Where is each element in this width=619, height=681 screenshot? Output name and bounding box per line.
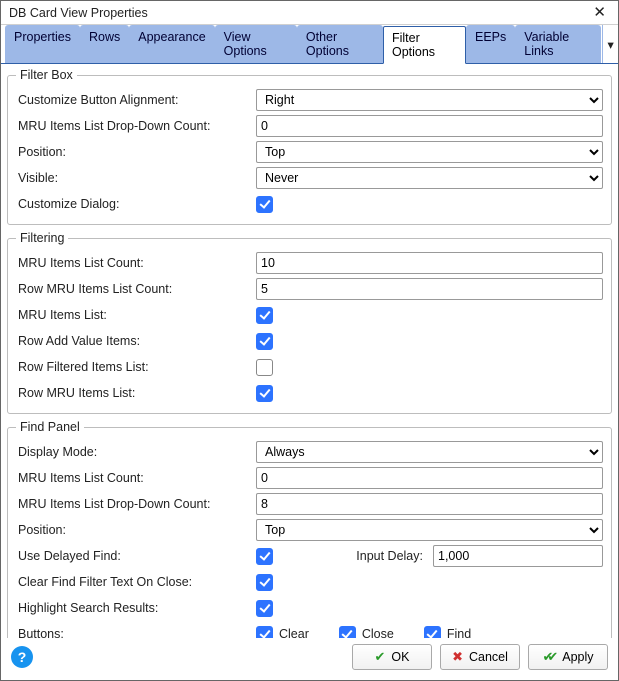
label-mru-dropdown-count: MRU Items List Drop-Down Count:	[16, 119, 256, 133]
checkbox-use-delayed[interactable]	[256, 548, 273, 565]
input-input-delay[interactable]	[433, 545, 603, 567]
checkbox-row-add-value[interactable]	[256, 333, 273, 350]
checkbox-row-mru-list[interactable]	[256, 385, 273, 402]
select-fb-position[interactable]: Top	[256, 141, 603, 163]
tab-other-options[interactable]: Other Options	[297, 25, 383, 63]
checkbox-clear-on-close[interactable]	[256, 574, 273, 591]
label-row-filtered: Row Filtered Items List:	[16, 360, 256, 374]
group-find-panel-legend: Find Panel	[16, 420, 84, 434]
label-use-delayed: Use Delayed Find:	[16, 549, 256, 563]
label-fp-mru-count: MRU Items List Count:	[16, 471, 256, 485]
double-check-icon: ✔✔	[542, 649, 552, 665]
tab-rows[interactable]: Rows	[80, 25, 129, 63]
tab-variable-links[interactable]: Variable Links	[515, 25, 601, 63]
input-row-mru-count[interactable]	[256, 278, 603, 300]
select-display-mode[interactable]: Always	[256, 441, 603, 463]
label-customize-dialog: Customize Dialog:	[16, 197, 256, 211]
checkbox-highlight[interactable]	[256, 600, 273, 617]
group-filtering-legend: Filtering	[16, 231, 68, 245]
label-customize-button-alignment: Customize Button Alignment:	[16, 93, 256, 107]
label-row-add-value: Row Add Value Items:	[16, 334, 256, 348]
cancel-button-label: Cancel	[469, 650, 508, 664]
label-buttons: Buttons:	[16, 627, 256, 638]
group-filtering: Filtering MRU Items List Count: Row MRU …	[7, 231, 612, 414]
dialog-window: DB Card View Properties ✕ Properties Row…	[0, 0, 619, 681]
ok-button-label: OK	[391, 650, 409, 664]
help-icon[interactable]: ?	[11, 646, 33, 668]
checkbox-btn-close[interactable]	[339, 626, 356, 639]
label-btn-close: Close	[362, 627, 394, 638]
footer: ? ✔ OK ✖ Cancel ✔✔ Apply	[1, 638, 618, 680]
tab-properties[interactable]: Properties	[5, 25, 80, 63]
cancel-button[interactable]: ✖ Cancel	[440, 644, 520, 670]
label-mru-count: MRU Items List Count:	[16, 256, 256, 270]
checkbox-btn-clear[interactable]	[256, 626, 273, 639]
chevron-down-icon: ▾	[607, 37, 613, 52]
input-mru-dropdown-count[interactable]	[256, 115, 603, 137]
tab-bar: Properties Rows Appearance View Options …	[1, 25, 618, 64]
label-clear-on-close: Clear Find Filter Text On Close:	[16, 575, 256, 589]
close-icon[interactable]: ✕	[589, 5, 610, 20]
checkbox-btn-find[interactable]	[424, 626, 441, 639]
window-title: DB Card View Properties	[9, 6, 148, 20]
group-filter-box: Filter Box Customize Button Alignment: R…	[7, 68, 612, 225]
group-filter-box-legend: Filter Box	[16, 68, 77, 82]
label-row-mru-list: Row MRU Items List:	[16, 386, 256, 400]
tab-filter-options[interactable]: Filter Options	[383, 26, 466, 64]
group-find-panel: Find Panel Display Mode: Always MRU Item…	[7, 420, 612, 638]
select-fb-visible[interactable]: Never	[256, 167, 603, 189]
input-fp-mru-count[interactable]	[256, 467, 603, 489]
tab-appearance[interactable]: Appearance	[129, 25, 214, 63]
label-mru-list: MRU Items List:	[16, 308, 256, 322]
label-input-delay: Input Delay:	[273, 549, 433, 563]
label-highlight: Highlight Search Results:	[16, 601, 256, 615]
tab-overflow-button[interactable]: ▾	[602, 25, 618, 63]
x-icon: ✖	[452, 649, 463, 665]
label-btn-find: Find	[447, 627, 471, 638]
content-area: Filter Box Customize Button Alignment: R…	[1, 64, 618, 638]
checkbox-row-filtered[interactable]	[256, 359, 273, 376]
checkbox-mru-list[interactable]	[256, 307, 273, 324]
ok-button[interactable]: ✔ OK	[352, 644, 432, 670]
title-bar: DB Card View Properties ✕	[1, 1, 618, 25]
label-fb-position: Position:	[16, 145, 256, 159]
tab-eeps[interactable]: EEPs	[466, 25, 515, 63]
label-fp-mru-dropdown-count: MRU Items List Drop-Down Count:	[16, 497, 256, 511]
check-icon: ✔	[375, 649, 386, 665]
apply-button-label: Apply	[562, 650, 593, 664]
select-fp-position[interactable]: Top	[256, 519, 603, 541]
label-fb-visible: Visible:	[16, 171, 256, 185]
label-display-mode: Display Mode:	[16, 445, 256, 459]
label-fp-position: Position:	[16, 523, 256, 537]
input-fp-mru-dropdown-count[interactable]	[256, 493, 603, 515]
apply-button[interactable]: ✔✔ Apply	[528, 644, 608, 670]
label-row-mru-count: Row MRU Items List Count:	[16, 282, 256, 296]
checkbox-customize-dialog[interactable]	[256, 196, 273, 213]
select-customize-button-alignment[interactable]: Right	[256, 89, 603, 111]
label-btn-clear: Clear	[279, 627, 309, 638]
tab-view-options[interactable]: View Options	[215, 25, 297, 63]
input-mru-count[interactable]	[256, 252, 603, 274]
